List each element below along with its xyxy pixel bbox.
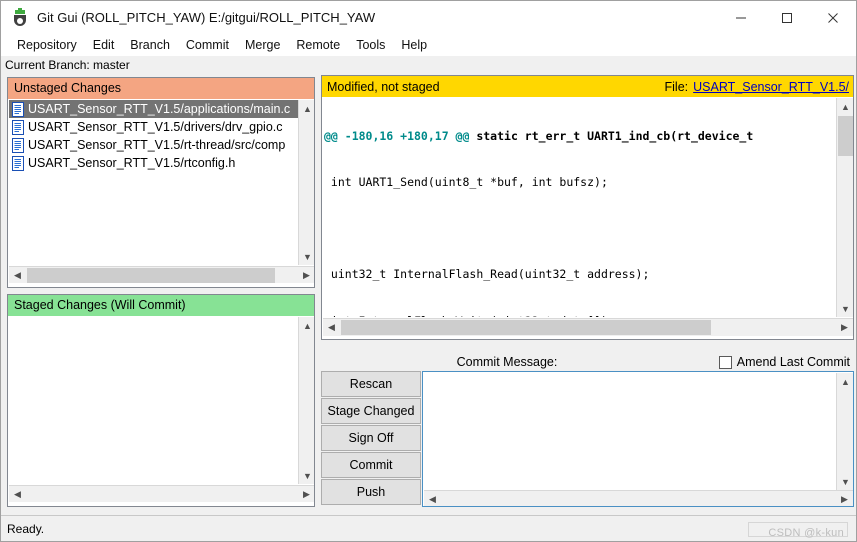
scroll-left-arrow-icon[interactable]: ◀ (424, 491, 441, 506)
amend-last-commit-checkbox[interactable]: Amend Last Commit (718, 355, 850, 369)
unstaged-vertical-scrollbar[interactable]: ▲ ▼ (298, 100, 314, 265)
list-item-label: USART_Sensor_RTT_V1.5/drivers/drv_gpio.c (28, 120, 283, 134)
commit-message-horizontal-scrollbar[interactable]: ◀ ▶ (424, 490, 853, 506)
diff-horizontal-scrollbar[interactable]: ◀ ▶ (323, 318, 853, 336)
hunk-context: static rt_err_t UART1_ind_cb(rt_device_t (469, 128, 754, 143)
list-item[interactable]: USART_Sensor_RTT_V1.5/rtconfig.h (9, 154, 298, 172)
push-button[interactable]: Push (321, 479, 421, 505)
title-bar: Git Gui (ROLL_PITCH_YAW) E:/gitgui/ROLL_… (1, 1, 856, 34)
diff-line-hunk: @@ -180,16 +180,17 @@ static rt_err_t UA… (324, 129, 835, 144)
diff-panel: Modified, not staged File: USART_Sensor_… (321, 75, 854, 340)
hunk-marker: @@ -180,16 +180,17 @@ (324, 128, 470, 143)
menu-item-commit[interactable]: Commit (178, 36, 237, 54)
scroll-right-arrow-icon[interactable]: ▶ (298, 267, 314, 284)
amend-last-commit-label: Amend Last Commit (736, 355, 850, 369)
menu-item-help[interactable]: Help (393, 36, 435, 54)
scroll-down-arrow-icon[interactable]: ▼ (299, 467, 314, 484)
file-icon (12, 101, 24, 117)
sign-off-button[interactable]: Sign Off (321, 425, 421, 451)
window-title: Git Gui (ROLL_PITCH_YAW) E:/gitgui/ROLL_… (37, 10, 376, 25)
menu-item-branch[interactable]: Branch (122, 36, 178, 54)
menu-bar: Repository Edit Branch Commit Merge Remo… (1, 34, 856, 56)
scroll-left-arrow-icon[interactable]: ◀ (9, 267, 26, 284)
file-icon (12, 155, 24, 171)
diff-content[interactable]: @@ -180,16 +180,17 @@ static rt_err_t UA… (323, 98, 835, 317)
menu-item-remote[interactable]: Remote (288, 36, 348, 54)
scroll-right-arrow-icon[interactable]: ▶ (836, 491, 853, 506)
list-item-label: USART_Sensor_RTT_V1.5/rtconfig.h (28, 156, 236, 170)
minimize-icon[interactable] (718, 1, 764, 34)
file-icon (12, 137, 24, 153)
diff-line (324, 221, 835, 236)
staged-changes-header: Staged Changes (Will Commit) (8, 295, 314, 316)
git-gui-icon (11, 7, 29, 27)
close-icon[interactable] (810, 1, 856, 34)
scroll-down-arrow-icon[interactable]: ▼ (837, 473, 853, 490)
staged-file-list[interactable] (9, 317, 298, 484)
diff-vertical-scrollbar[interactable]: ▲ ▼ (836, 98, 853, 317)
scroll-right-arrow-icon[interactable]: ▶ (836, 319, 853, 336)
action-button-column: Rescan Stage Changed Sign Off Commit Pus… (321, 371, 421, 506)
list-item-label: USART_Sensor_RTT_V1.5/applications/main.… (28, 102, 291, 116)
current-branch-bar: Current Branch: master (1, 56, 856, 74)
scroll-up-arrow-icon[interactable]: ▲ (299, 100, 314, 117)
menu-item-repository[interactable]: Repository (9, 36, 85, 54)
diff-file-label: File: (664, 79, 689, 94)
scroll-left-arrow-icon[interactable]: ◀ (9, 486, 26, 503)
commit-message-text[interactable] (424, 373, 837, 491)
scroll-down-arrow-icon[interactable]: ▼ (837, 300, 853, 317)
status-bar: Ready. CSDN @k-kun (1, 515, 856, 541)
current-branch-label: Current Branch: master (5, 58, 130, 72)
unstaged-horizontal-scrollbar[interactable]: ◀ ▶ (9, 266, 314, 284)
staged-horizontal-scrollbar[interactable]: ◀ ▶ (9, 485, 314, 503)
list-item[interactable]: USART_Sensor_RTT_V1.5/rt-thread/src/comp (9, 136, 298, 154)
watermark: CSDN @k-kun (768, 527, 844, 539)
unstaged-file-list[interactable]: USART_Sensor_RTT_V1.5/applications/main.… (9, 100, 298, 265)
maximize-icon[interactable] (764, 1, 810, 34)
scrollbar-thumb[interactable] (27, 268, 275, 283)
scroll-up-arrow-icon[interactable]: ▲ (299, 317, 314, 334)
staged-changes-panel: Staged Changes (Will Commit) ▲ ▼ ◀ ▶ (7, 294, 315, 507)
scroll-right-arrow-icon[interactable]: ▶ (298, 486, 314, 503)
menu-item-merge[interactable]: Merge (237, 36, 288, 54)
scrollbar-thumb[interactable] (838, 116, 853, 156)
scrollbar-thumb[interactable] (341, 320, 711, 335)
staged-vertical-scrollbar[interactable]: ▲ ▼ (298, 317, 314, 484)
unstaged-changes-header: Unstaged Changes (8, 78, 314, 99)
diff-header: Modified, not staged File: USART_Sensor_… (322, 76, 853, 97)
list-item[interactable]: USART_Sensor_RTT_V1.5/applications/main.… (9, 100, 298, 118)
window-controls (718, 1, 856, 34)
stage-changed-button[interactable]: Stage Changed (321, 398, 421, 424)
scroll-left-arrow-icon[interactable]: ◀ (323, 319, 340, 336)
checkbox-icon[interactable] (718, 355, 732, 369)
commit-message-label: Commit Message: (456, 355, 558, 369)
commit-button[interactable]: Commit (321, 452, 421, 478)
diff-file-link[interactable]: USART_Sensor_RTT_V1.5/ (693, 80, 849, 94)
unstaged-changes-panel: Unstaged Changes USART_Sensor_RTT_V1.5/a… (7, 77, 315, 288)
diff-line: int InternalFlash_Write(uint32_t data[])… (324, 314, 835, 317)
commit-message-vertical-scrollbar[interactable]: ▲ ▼ (836, 373, 853, 490)
file-icon (12, 119, 24, 135)
scroll-up-arrow-icon[interactable]: ▲ (837, 373, 853, 390)
menu-item-edit[interactable]: Edit (85, 36, 123, 54)
commit-message-input[interactable]: ▲ ▼ ◀ ▶ (422, 371, 854, 507)
list-item[interactable]: USART_Sensor_RTT_V1.5/drivers/drv_gpio.c (9, 118, 298, 136)
list-item-label: USART_Sensor_RTT_V1.5/rt-thread/src/comp (28, 138, 286, 152)
scroll-down-arrow-icon[interactable]: ▼ (299, 248, 314, 265)
rescan-button[interactable]: Rescan (321, 371, 421, 397)
diff-line: int UART1_Send(uint8_t *buf, int bufsz); (324, 175, 608, 190)
diff-status-label: Modified, not staged (327, 79, 440, 94)
menu-item-tools[interactable]: Tools (348, 36, 393, 54)
status-text: Ready. (7, 521, 45, 536)
git-gui-window: Git Gui (ROLL_PITCH_YAW) E:/gitgui/ROLL_… (0, 0, 857, 542)
scroll-up-arrow-icon[interactable]: ▲ (837, 98, 853, 115)
diff-line: uint32_t InternalFlash_Read(uint32_t add… (324, 267, 650, 282)
